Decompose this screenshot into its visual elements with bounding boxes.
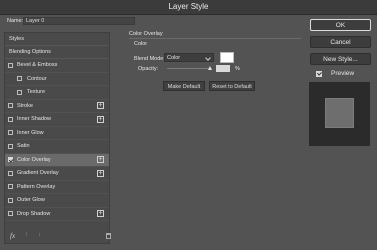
opacity-label: Opacity: [138,66,159,72]
blend-mode-label: Blend Mode: [134,56,165,62]
opacity-slider-handle[interactable] [208,66,212,70]
style-item-label: Contour [27,75,47,82]
style-item-label: Satin [17,143,30,149]
add-effect-icon[interactable]: + [97,102,104,109]
style-item[interactable]: Pattern Overlay [5,181,109,194]
style-checkbox[interactable] [8,211,13,216]
add-effect-icon[interactable]: + [97,210,104,217]
style-item[interactable]: Inner Shadow + [5,113,109,127]
ok-button[interactable]: OK [310,19,371,31]
arrow-down-icon[interactable]: ↓ [38,232,41,238]
chevron-down-icon [205,55,211,61]
style-item-label: Outer Glow [17,197,45,203]
add-effect-icon[interactable]: + [97,169,104,177]
style-checkbox[interactable] [8,197,13,203]
styles-header[interactable]: Styles [5,33,109,46]
preview-label: Preview [331,70,355,77]
style-checkbox[interactable] [8,62,13,68]
name-input[interactable]: Layer 0 [23,17,135,25]
cancel-button[interactable]: Cancel [310,36,371,48]
style-item[interactable]: Outer Glow [5,194,109,208]
style-item[interactable]: Contour [5,73,109,86]
add-effect-icon[interactable]: + [97,115,104,123]
style-item[interactable]: Stroke + [5,100,109,113]
style-item-label: Drop Shadow [17,210,51,217]
style-checkbox[interactable] [8,170,13,176]
dialog-title: Layer Style [168,2,209,11]
fx-button[interactable]: fx [10,232,15,240]
opacity-slider[interactable] [167,68,209,69]
style-item-label: Gradient Overlay [17,170,59,176]
new-style-button[interactable]: New Style... [310,53,371,65]
blending-options-item[interactable]: Blending Options [5,46,109,59]
add-effect-icon[interactable]: + [97,156,104,163]
style-checkbox[interactable] [17,89,22,95]
opacity-input[interactable] [216,65,230,72]
reset-to-default-button[interactable]: Reset to Default [209,81,255,91]
trash-icon[interactable] [106,233,111,239]
title-bar: Layer Style [0,0,377,15]
name-label: Name: [7,18,24,24]
style-item-label: Inner Shadow [17,116,51,122]
style-item-label: Color Overlay [17,156,51,163]
style-item-label: Pattern Overlay [17,183,56,190]
color-group: Color [129,38,301,69]
styles-footer: fx ↑ ↓ [4,229,111,243]
make-default-button[interactable]: Make Default [163,81,205,91]
preview-thumbnail [309,82,370,146]
blend-mode-value: Color [167,55,181,61]
styles-list-panel: Styles Blending Options Bevel & Emboss Co… [4,32,110,244]
section-title: Color Overlay [129,31,163,37]
percent-label: % [235,66,240,72]
blend-mode-select[interactable]: Color [164,53,214,62]
style-item-label: Inner Glow [17,129,44,136]
style-item[interactable]: Texture [5,86,109,100]
preview-checkbox[interactable] [316,70,322,77]
color-group-title: Color [134,41,148,47]
style-item[interactable]: Inner Glow [5,127,109,140]
style-item-label: Stroke [17,102,33,109]
style-checkbox[interactable] [17,76,22,81]
arrow-up-icon[interactable]: ↑ [25,232,28,238]
style-item[interactable]: Satin [5,140,109,154]
style-items: Bevel & Emboss Contour Texture Stroke + Inner… [5,59,109,221]
style-checkbox[interactable] [8,130,13,135]
style-item[interactable]: Bevel & Emboss [5,59,109,73]
style-checkbox[interactable] [8,143,13,149]
style-checkbox[interactable] [8,157,13,162]
style-checkbox[interactable] [8,184,13,189]
style-item[interactable]: Gradient Overlay + [5,167,109,181]
color-swatch[interactable] [220,52,234,63]
style-item[interactable]: Drop Shadow + [5,208,109,221]
style-item-label: Texture [27,89,46,95]
style-item-label: Bevel & Emboss [17,62,58,68]
style-checkbox[interactable] [8,116,13,122]
style-item[interactable]: Color Overlay + [5,153,109,167]
preview-thumbnail-square [325,98,354,128]
style-checkbox[interactable] [8,103,13,108]
